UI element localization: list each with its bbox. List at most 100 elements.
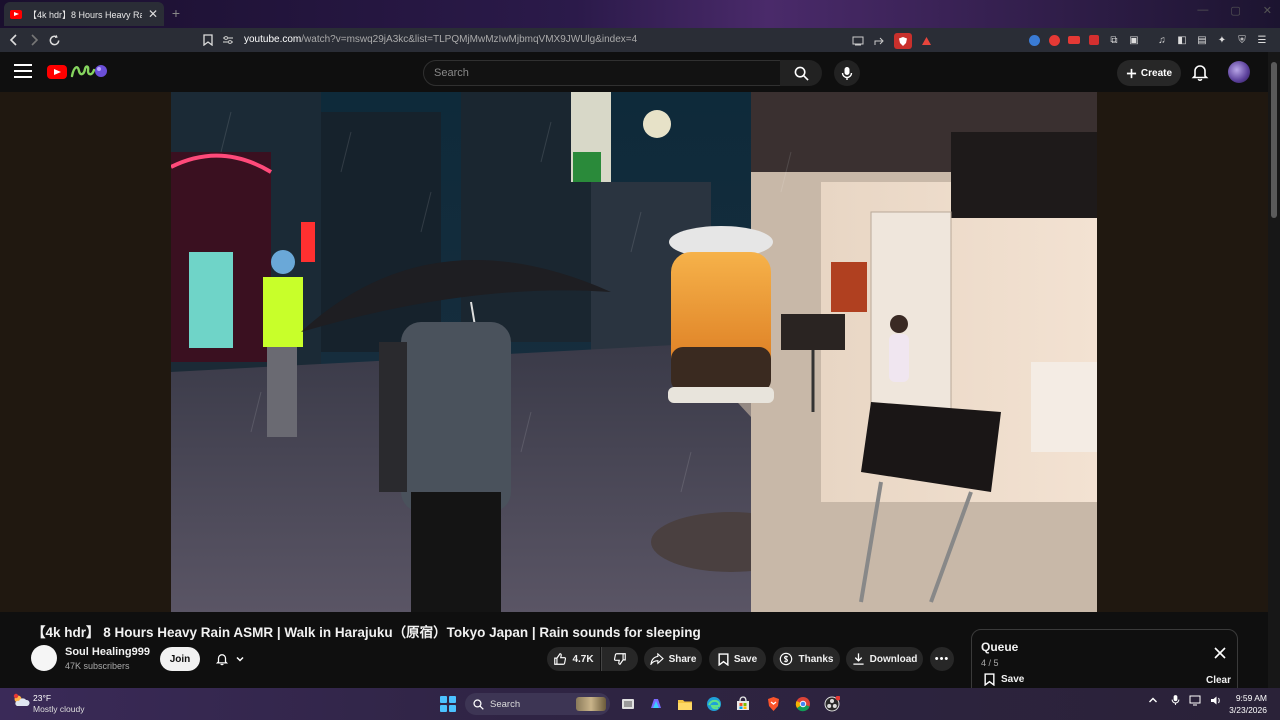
dislike-button[interactable] — [601, 647, 638, 671]
microphone-tray-icon[interactable] — [1171, 694, 1180, 709]
extension-ad-icon[interactable] — [1086, 32, 1102, 48]
edge-browser-icon[interactable] — [704, 694, 724, 714]
browser-menu-icon[interactable]: ☰ — [1254, 32, 1270, 48]
bell-icon — [215, 654, 229, 666]
notifications-bell-icon[interactable] — [1190, 62, 1210, 82]
join-button[interactable]: Join — [160, 647, 200, 671]
windows-taskbar — [0, 688, 1280, 720]
microsoft-store-icon[interactable] — [733, 694, 753, 714]
reload-icon[interactable] — [44, 30, 64, 50]
extension-youtube-icon[interactable] — [1046, 32, 1062, 48]
back-icon[interactable] — [4, 30, 24, 50]
url-host: youtube.com — [244, 34, 302, 45]
youtube-logo-icon[interactable] — [47, 65, 67, 79]
search-input[interactable]: Search — [423, 60, 781, 86]
windows-start-icon[interactable] — [440, 696, 456, 712]
extension-puzzle-icon[interactable]: ⧉ — [1106, 32, 1122, 48]
wallet-icon[interactable]: ▤ — [1194, 32, 1210, 48]
site-info-icon[interactable] — [218, 30, 238, 50]
brave-browser-icon[interactable] — [763, 694, 783, 714]
close-icon[interactable] — [1213, 646, 1227, 660]
share-label: Share — [668, 653, 697, 665]
thanks-button[interactable]: Thanks — [773, 647, 840, 671]
search-button[interactable] — [780, 60, 822, 86]
extension-icons: ⧉ ▣ ♫ ◧ ▤ ✦ ⛨ ☰ — [1026, 32, 1270, 48]
microphone-icon — [841, 66, 853, 80]
cast-icon[interactable] — [850, 33, 866, 49]
brave-rewards-icon[interactable] — [918, 33, 934, 49]
youtube-doodle-logo[interactable] — [70, 62, 110, 84]
sidebar-icon[interactable]: ◧ — [1174, 32, 1190, 48]
search-icon — [794, 66, 809, 81]
queue-title: Queue — [981, 640, 1019, 654]
taskbar-clock-date[interactable]: 3/23/2026 — [1219, 705, 1267, 715]
create-button[interactable]: Create — [1117, 60, 1181, 86]
taskbar-search[interactable]: Search — [465, 693, 610, 715]
bookmark-icon — [984, 673, 995, 686]
voice-search-button[interactable] — [834, 60, 860, 86]
share-page-icon[interactable] — [872, 33, 888, 49]
maximize-icon[interactable]: ▢ — [1230, 4, 1240, 17]
download-label: Download — [869, 653, 918, 665]
queue-save-button[interactable]: Save — [984, 673, 1024, 686]
taskbar-search-label: Search — [490, 698, 521, 710]
network-icon[interactable] — [1189, 695, 1201, 709]
copilot-icon[interactable] — [646, 694, 666, 714]
thumbs-down-icon — [613, 653, 626, 665]
system-tray — [1148, 694, 1222, 709]
new-tab-button[interactable]: + — [168, 5, 184, 21]
channel-avatar[interactable] — [31, 645, 57, 671]
more-actions-icon[interactable]: ••• — [930, 647, 954, 671]
super-thanks-icon — [780, 652, 793, 666]
window-controls: — ▢ ✕ — [1197, 4, 1272, 17]
tab-close-icon[interactable]: ✕ — [148, 7, 158, 21]
bookmark-icon — [718, 652, 729, 666]
obs-studio-icon[interactable] — [822, 694, 842, 714]
vpn-icon[interactable]: ⛨ — [1234, 32, 1250, 48]
browser-tab[interactable]: 【4k hdr】8 Hours Heavy Rain ✕ — [4, 2, 164, 26]
file-explorer-icon[interactable] — [675, 694, 695, 714]
download-button[interactable]: Download — [846, 647, 923, 671]
address-bar-actions — [850, 33, 934, 49]
brave-shields-icon[interactable] — [894, 33, 912, 49]
save-button[interactable]: Save — [709, 647, 766, 671]
channel-name[interactable]: Soul Healing999 — [65, 646, 150, 658]
extension-capture-icon[interactable]: ▣ — [1126, 32, 1142, 48]
queue-position: 4 / 5 — [981, 658, 999, 668]
show-hidden-icons-icon[interactable] — [1148, 696, 1158, 707]
extension-blue-icon[interactable] — [1026, 32, 1042, 48]
subscription-notifications-button[interactable] — [207, 647, 253, 671]
address-bar[interactable]: youtube.com/watch?v=mswq29jA3kc&list=TLP… — [244, 34, 637, 45]
queue-clear-button[interactable]: Clear — [1206, 675, 1231, 686]
minimize-icon[interactable]: — — [1197, 4, 1208, 17]
forward-icon[interactable] — [24, 30, 44, 50]
weather-temperature[interactable]: 23°F — [33, 693, 51, 703]
like-count: 4.7K — [572, 653, 594, 665]
weather-description[interactable]: Mostly cloudy — [33, 704, 85, 714]
close-window-icon[interactable]: ✕ — [1263, 4, 1272, 17]
create-label: Create — [1140, 67, 1173, 79]
save-label: Save — [733, 653, 758, 665]
browser-tab-strip — [0, 0, 1280, 28]
url-path: /watch?v=mswq29jA3kc&list=TLPQMjMwMzIwMj… — [301, 34, 638, 45]
plus-icon — [1126, 68, 1137, 78]
media-control-icon[interactable]: ♫ — [1154, 32, 1170, 48]
bookmark-icon[interactable] — [198, 30, 218, 50]
taskbar-clock-time[interactable]: 9:59 AM — [1227, 693, 1267, 703]
chrome-browser-icon[interactable] — [793, 694, 813, 714]
cloud-weather-icon[interactable] — [12, 693, 30, 707]
scrollbar-thumb[interactable] — [1271, 62, 1277, 218]
extension-red-icon[interactable] — [1066, 32, 1082, 48]
thumbs-up-icon — [554, 653, 567, 665]
video-title: 【4k hdr】 8 Hours Heavy Rain ASMR | Walk … — [32, 625, 701, 640]
video-frame-rainy-street[interactable] — [171, 92, 1097, 612]
account-avatar[interactable] — [1228, 61, 1250, 83]
guide-menu-icon[interactable] — [14, 64, 32, 78]
task-view-icon[interactable] — [618, 694, 638, 714]
thanks-label: Thanks — [798, 653, 834, 665]
leo-ai-icon[interactable]: ✦ — [1214, 32, 1230, 48]
share-icon — [649, 653, 664, 665]
share-button[interactable]: Share — [644, 647, 702, 671]
chevron-down-icon — [236, 656, 244, 662]
like-button[interactable]: 4.7K — [547, 647, 600, 671]
